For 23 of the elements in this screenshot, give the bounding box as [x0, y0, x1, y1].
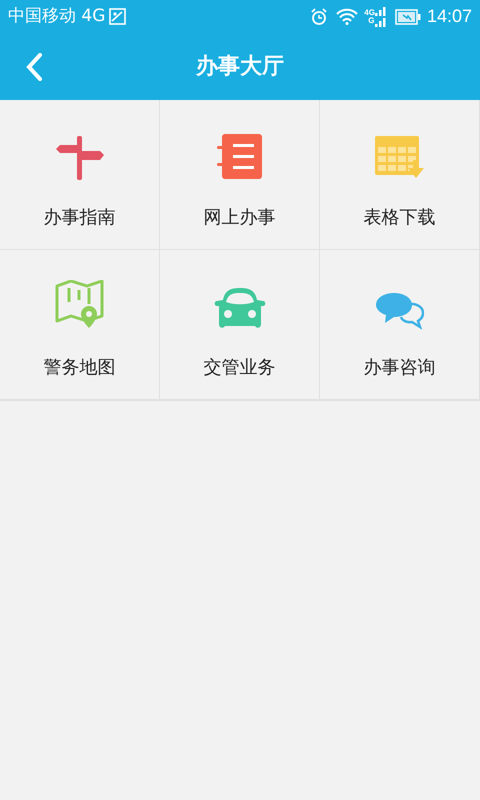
notebook-icon	[216, 134, 262, 180]
signpost-icon	[56, 136, 104, 180]
network-type-text: 4G	[364, 8, 375, 16]
wifi-icon	[336, 8, 358, 25]
chat-icon	[376, 292, 424, 330]
picture-icon	[109, 8, 126, 25]
service-tile[interactable]: 办事指南	[0, 100, 160, 250]
map-icon	[54, 280, 104, 330]
service-tile[interactable]: 警务地图	[0, 250, 160, 400]
back-icon	[26, 53, 42, 81]
signal-icon	[374, 6, 387, 26]
service-tile[interactable]: 交管业务	[160, 250, 320, 400]
carrier-text: 中国移动 4G	[8, 4, 106, 28]
service-tile[interactable]: 网上办事	[160, 100, 320, 250]
service-tile[interactable]: 表格下载	[320, 100, 480, 250]
battery-icon	[394, 8, 421, 24]
table-download-icon	[374, 136, 424, 180]
page-title: 办事大厅	[196, 53, 284, 81]
car-icon	[212, 286, 266, 330]
network-type-text: G	[368, 16, 375, 24]
time-text: 14:07	[426, 5, 472, 28]
service-tile[interactable]: 办事咨询	[320, 250, 480, 400]
alarm-icon	[310, 8, 328, 26]
